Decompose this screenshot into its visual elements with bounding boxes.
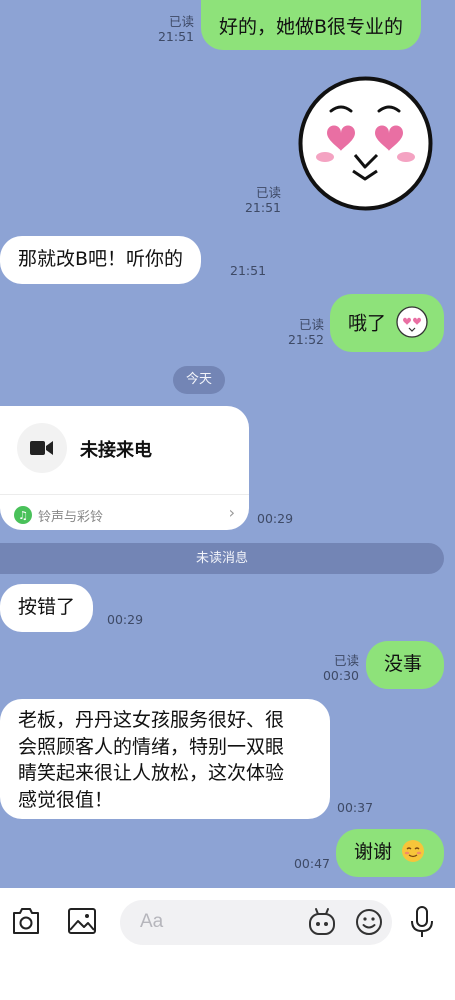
- chat-area[interactable]: 已读 21:51 好的，她做B很专业的 已读 21:51 那就改B吧！听你的 2…: [0, 0, 455, 888]
- message-text: 好的，她做B很专业的: [219, 16, 404, 38]
- read-receipt: 已读: [333, 653, 359, 668]
- read-receipt: 已读: [298, 317, 324, 332]
- message-text-line: 睛笑起来很让人放松，这次体验: [18, 762, 285, 784]
- sticker-icon[interactable]: [306, 906, 338, 938]
- video-call-icon-circle: [17, 423, 67, 473]
- message-time: 21:52: [287, 332, 324, 347]
- my-message-bubble[interactable]: 哦了: [330, 294, 444, 352]
- message-text-line: 感觉很值！: [18, 788, 114, 811]
- message-text: 哦了: [348, 312, 387, 335]
- date-divider: 今天: [173, 366, 225, 394]
- message-meta: 已读 21:51: [235, 185, 281, 215]
- message-text: 那就改B吧！听你的: [18, 248, 184, 270]
- emoji-icon[interactable]: [353, 906, 385, 938]
- their-message-bubble[interactable]: 按错了: [0, 584, 94, 632]
- message-text: 按错了: [18, 596, 76, 618]
- divider: [0, 494, 249, 495]
- ringtone-label: 铃声与彩铃: [38, 509, 104, 525]
- my-message-bubble[interactable]: 没事: [366, 641, 444, 689]
- call-title: 未接来电: [80, 440, 152, 461]
- message-time: 00:37: [337, 800, 374, 815]
- read-receipt: 已读: [168, 14, 194, 29]
- my-message-bubble[interactable]: 谢谢: [336, 829, 444, 877]
- message-time: 00:30: [322, 668, 359, 683]
- image-icon[interactable]: [66, 904, 98, 938]
- read-receipt: 已读: [255, 185, 281, 200]
- their-message-bubble[interactable]: 那就改B吧！听你的: [0, 236, 202, 284]
- message-time: 21:51: [230, 263, 267, 278]
- heart-eyes-face-sticker[interactable]: [297, 75, 434, 212]
- my-message-bubble[interactable]: 好的，她做B很专业的: [201, 0, 422, 50]
- message-time: 21:51: [157, 29, 194, 44]
- message-meta: 已读 21:52: [280, 317, 324, 347]
- message-time: 00:29: [107, 612, 144, 627]
- video-camera-icon: [30, 441, 53, 455]
- ringtone-link[interactable]: ♫ 铃声与彩铃: [14, 504, 103, 526]
- message-input[interactable]: [140, 910, 290, 934]
- missed-call-card[interactable]: 未接来电 ♫ 铃声与彩铃 ›: [0, 406, 249, 530]
- message-text: 谢谢: [354, 841, 393, 863]
- message-text-line: 会照顾客人的情绪，特别一双眼: [18, 735, 285, 758]
- unread-divider: 未读消息: [0, 543, 444, 574]
- message-text: 没事: [384, 653, 423, 675]
- message-time: 00:29: [257, 511, 294, 526]
- message-meta: 已读 00:30: [315, 653, 359, 683]
- camera-icon[interactable]: [10, 904, 42, 938]
- message-time: 00:47: [293, 856, 330, 871]
- message-input-container[interactable]: [120, 900, 392, 945]
- microphone-icon[interactable]: [408, 904, 436, 940]
- heart-eyes-emoji-icon: [396, 306, 428, 338]
- smiling-face-emoji-icon: [402, 840, 425, 862]
- chevron-right-icon: ›: [228, 503, 235, 522]
- message-text-line: 老板，丹丹这女孩服务很好、很: [18, 709, 285, 731]
- message-time: 21:51: [244, 200, 281, 215]
- their-message-bubble[interactable]: 老板，丹丹这女孩服务很好、很 会照顾客人的情绪，特别一双眼 睛笑起来很让人放松，…: [0, 699, 330, 819]
- music-note-icon: ♫: [14, 506, 32, 524]
- message-meta: 已读 21:51: [150, 14, 194, 44]
